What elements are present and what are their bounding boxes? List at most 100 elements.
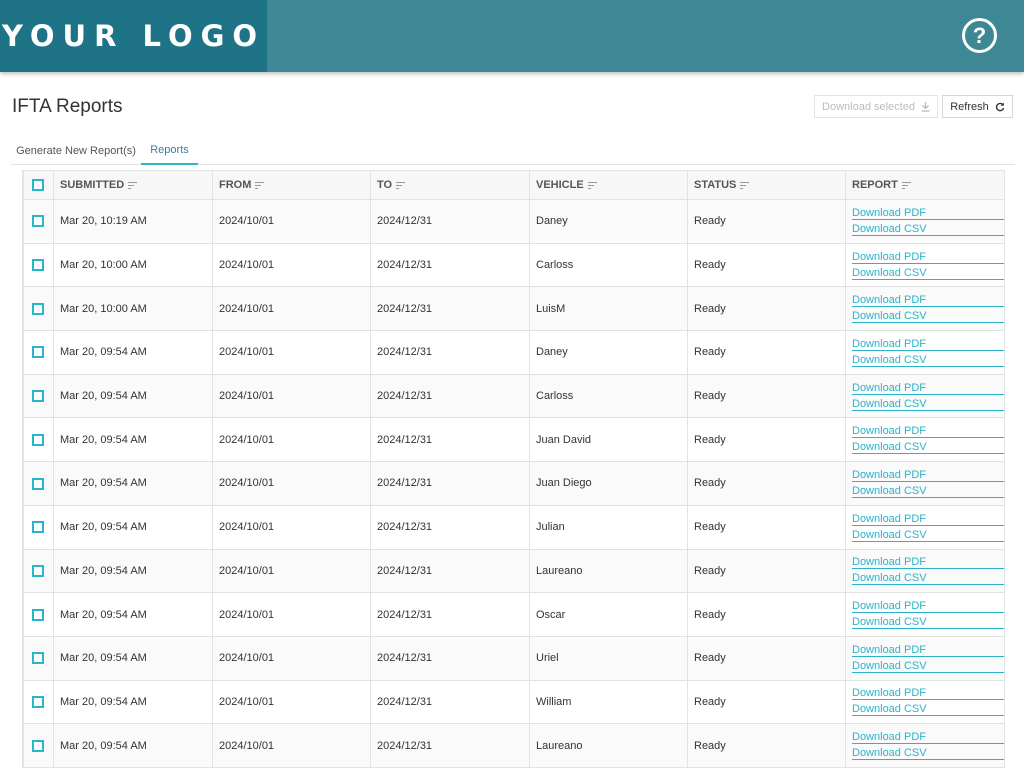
- row-select-cell: [23, 723, 54, 768]
- download-pdf-link[interactable]: Download PDF: [852, 687, 1004, 701]
- download-pdf-link[interactable]: Download PDF: [852, 600, 1004, 614]
- row-checkbox[interactable]: [32, 433, 44, 446]
- row-select-cell: [23, 679, 54, 725]
- report-links: Download PDF Download CSV: [852, 469, 1004, 498]
- table-row: Mar 20, 09:54 AM 2024/10/01 2024/12/31 Dane…: [23, 330, 1005, 375]
- sort-icon[interactable]: [740, 181, 750, 189]
- row-checkbox[interactable]: [32, 346, 44, 359]
- refresh-button[interactable]: Refresh: [942, 95, 1013, 118]
- cell-vehicle: Julian: [529, 504, 688, 550]
- report-links: Download PDF Download CSV: [852, 513, 1004, 542]
- column-header-from[interactable]: FROM: [212, 170, 371, 200]
- download-csv-link[interactable]: Download CSV: [852, 703, 1004, 717]
- row-checkbox[interactable]: [32, 739, 44, 752]
- download-csv-link[interactable]: Download CSV: [852, 267, 1004, 280]
- download-pdf-link[interactable]: Download PDF: [852, 556, 1004, 570]
- table-row: Mar 20, 09:54 AM 2024/10/01 2024/12/31 Urie…: [23, 635, 1005, 681]
- column-header-vehicle[interactable]: VEHICLE: [529, 170, 688, 200]
- cell-report: Download PDF Download CSV: [845, 330, 1005, 375]
- sort-icon[interactable]: [587, 181, 597, 189]
- tab-generate-new-reports[interactable]: Generate New Report(s): [11, 136, 141, 165]
- cell-to: 2024/12/31: [370, 199, 530, 244]
- download-pdf-link[interactable]: Download PDF: [852, 513, 1004, 526]
- row-checkbox[interactable]: [32, 652, 44, 665]
- download-icon: [921, 101, 930, 112]
- cell-status: Ready: [687, 504, 846, 550]
- report-links: Download PDF Download CSV: [852, 425, 1004, 455]
- row-checkbox[interactable]: [32, 477, 44, 490]
- cell-submitted: Mar 20, 09:54 AM: [53, 504, 213, 550]
- row-checkbox[interactable]: [32, 259, 44, 272]
- download-csv-link[interactable]: Download CSV: [852, 616, 1004, 630]
- download-csv-link[interactable]: Download CSV: [852, 529, 1004, 542]
- cell-status: Ready: [687, 723, 846, 768]
- table-row: Mar 20, 10:00 AM 2024/10/01 2024/12/31 Luis…: [23, 286, 1005, 332]
- download-pdf-link[interactable]: Download PDF: [852, 207, 1004, 220]
- cell-vehicle: Juan David: [529, 417, 688, 463]
- row-checkbox[interactable]: [32, 695, 44, 708]
- tab-reports[interactable]: Reports: [141, 136, 198, 165]
- download-pdf-link[interactable]: Download PDF: [852, 251, 1004, 264]
- table-row: Mar 20, 10:00 AM 2024/10/01 2024/12/31 Carl…: [23, 242, 1005, 288]
- cell-submitted: Mar 20, 09:54 AM: [53, 679, 213, 725]
- download-pdf-link[interactable]: Download PDF: [852, 294, 1004, 308]
- row-checkbox[interactable]: [32, 564, 44, 577]
- table-row: Mar 20, 09:54 AM 2024/10/01 2024/12/31 Osca…: [23, 592, 1005, 637]
- cell-from: 2024/10/01: [212, 461, 371, 506]
- cell-from: 2024/10/01: [212, 592, 371, 637]
- download-pdf-link[interactable]: Download PDF: [852, 644, 1004, 657]
- table-row: Mar 20, 09:54 AM 2024/10/01 2024/12/31 Laur…: [23, 723, 1005, 768]
- sort-icon[interactable]: [128, 181, 138, 189]
- table-row: Mar 20, 09:54 AM 2024/10/01 2024/12/31 Carl…: [23, 373, 1005, 419]
- row-select-cell: [23, 548, 54, 594]
- logo: YOUR LOGO: [0, 0, 267, 72]
- cell-to: 2024/12/31: [370, 373, 530, 419]
- column-header-status[interactable]: STATUS: [687, 170, 846, 200]
- cell-report: Download PDF Download CSV: [845, 373, 1005, 419]
- table-header-row: SUBMITTED FROM TO VEHICLE STATUS REPORT: [23, 170, 1005, 200]
- download-csv-link[interactable]: Download CSV: [852, 398, 1004, 411]
- report-links: Download PDF Download CSV: [852, 556, 1004, 586]
- row-checkbox[interactable]: [32, 390, 44, 403]
- table-row: Mar 20, 09:54 AM 2024/10/01 2024/12/31 Juan…: [23, 417, 1005, 463]
- download-selected-button[interactable]: Download selected: [814, 95, 938, 118]
- help-icon[interactable]: ?: [962, 18, 997, 53]
- row-select-cell: [23, 199, 54, 244]
- cell-from: 2024/10/01: [212, 679, 371, 725]
- cell-submitted: Mar 20, 10:00 AM: [53, 242, 213, 288]
- row-checkbox[interactable]: [32, 521, 44, 534]
- download-csv-link[interactable]: Download CSV: [852, 441, 1004, 455]
- sort-icon[interactable]: [901, 181, 911, 189]
- column-header-to[interactable]: TO: [370, 170, 530, 200]
- download-pdf-link[interactable]: Download PDF: [852, 731, 1004, 745]
- cell-submitted: Mar 20, 10:00 AM: [53, 286, 213, 332]
- download-pdf-link[interactable]: Download PDF: [852, 382, 1004, 395]
- download-csv-link[interactable]: Download CSV: [852, 572, 1004, 586]
- cell-vehicle: Oscar: [529, 592, 688, 637]
- download-csv-link[interactable]: Download CSV: [852, 660, 1004, 673]
- row-checkbox[interactable]: [32, 215, 44, 228]
- select-all-checkbox[interactable]: [32, 179, 44, 192]
- row-select-cell: [23, 330, 54, 375]
- row-select-cell: [23, 242, 54, 288]
- column-header-submitted[interactable]: SUBMITTED: [53, 170, 213, 200]
- download-pdf-link[interactable]: Download PDF: [852, 425, 1004, 439]
- cell-from: 2024/10/01: [212, 373, 371, 419]
- cell-status: Ready: [687, 373, 846, 419]
- sort-icon[interactable]: [255, 181, 265, 189]
- download-pdf-link[interactable]: Download PDF: [852, 338, 1004, 351]
- download-csv-link[interactable]: Download CSV: [852, 223, 1004, 236]
- download-csv-link[interactable]: Download CSV: [852, 485, 1004, 498]
- sort-icon[interactable]: [396, 181, 406, 189]
- download-csv-link[interactable]: Download CSV: [852, 310, 1004, 324]
- cell-vehicle: LuisM: [529, 286, 688, 332]
- table-row: Mar 20, 10:19 AM 2024/10/01 2024/12/31 Dane…: [23, 199, 1005, 244]
- download-csv-link[interactable]: Download CSV: [852, 354, 1004, 367]
- logo-text: YOUR LOGO: [1, 19, 266, 53]
- download-csv-link[interactable]: Download CSV: [852, 747, 1004, 761]
- column-header-report[interactable]: REPORT: [845, 170, 1005, 200]
- download-pdf-link[interactable]: Download PDF: [852, 469, 1004, 482]
- row-checkbox[interactable]: [32, 608, 44, 621]
- cell-report: Download PDF Download CSV: [845, 199, 1005, 244]
- row-checkbox[interactable]: [32, 302, 44, 315]
